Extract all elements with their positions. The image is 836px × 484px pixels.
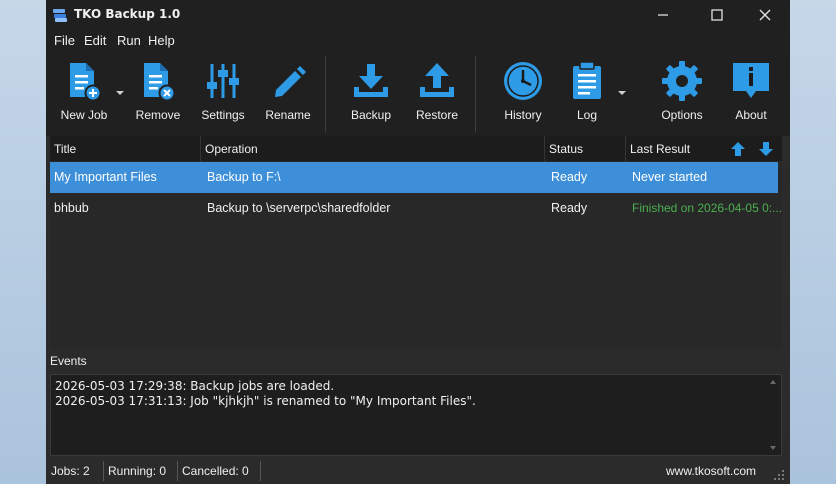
column-last-result[interactable]: Last Result bbox=[630, 142, 690, 156]
events-log[interactable]: 2026-05-03 17:29:38: Backup jobs are loa… bbox=[50, 374, 782, 456]
cell-last-result: Never started bbox=[632, 170, 708, 184]
toolbar-separator bbox=[475, 56, 476, 132]
status-divider bbox=[260, 461, 261, 481]
jobs-count: Jobs: 2 bbox=[51, 464, 90, 478]
column-divider bbox=[544, 136, 545, 161]
backup-button[interactable]: Backup bbox=[346, 60, 396, 132]
cell-last-result: Finished on 2026-04-05 0:... bbox=[632, 201, 783, 215]
close-button[interactable] bbox=[742, 0, 788, 30]
close-icon bbox=[759, 9, 771, 21]
new-job-label: New Job bbox=[60, 108, 108, 122]
new-job-icon bbox=[70, 63, 102, 102]
remove-icon bbox=[144, 63, 176, 102]
log-dropdown-icon[interactable] bbox=[618, 90, 626, 96]
about-label: About bbox=[735, 108, 767, 122]
menu-help[interactable]: Help bbox=[148, 33, 175, 48]
job-list-header: Title Operation Status Last Result bbox=[50, 136, 782, 161]
log-button[interactable]: Log bbox=[564, 60, 610, 132]
events-scrollbar[interactable] bbox=[765, 375, 781, 455]
settings-button[interactable]: Settings bbox=[198, 60, 248, 132]
table-row[interactable]: bhbub Backup to \serverpc\sharedfolder R… bbox=[50, 193, 782, 224]
pencil-icon bbox=[275, 66, 306, 97]
options-label: Options bbox=[661, 108, 703, 122]
app-logo-icon bbox=[53, 9, 67, 22]
app-window: TKO Backup 1.0 File Edit Run Help New Jo… bbox=[46, 0, 790, 484]
event-line: 2026-05-03 17:31:13: Job "kjhkjh" is ren… bbox=[55, 394, 476, 408]
cell-title: My Important Files bbox=[54, 170, 157, 184]
rename-button[interactable]: Rename bbox=[262, 60, 314, 132]
event-line: 2026-05-03 17:29:38: Backup jobs are loa… bbox=[55, 379, 335, 393]
settings-label: Settings bbox=[201, 108, 245, 122]
cell-operation: Backup to F:\ bbox=[207, 170, 281, 184]
column-title[interactable]: Title bbox=[54, 142, 76, 156]
maximize-icon bbox=[711, 9, 723, 21]
log-label: Log bbox=[576, 108, 598, 122]
cell-status: Ready bbox=[551, 170, 588, 184]
cell-status: Ready bbox=[551, 201, 588, 215]
history-button[interactable]: History bbox=[498, 60, 548, 132]
options-button[interactable]: Options bbox=[657, 60, 707, 132]
minimize-icon bbox=[658, 14, 668, 16]
status-divider bbox=[177, 461, 178, 481]
column-status[interactable]: Status bbox=[549, 142, 583, 156]
remove-button[interactable]: Remove bbox=[132, 60, 184, 132]
move-up-icon[interactable] bbox=[730, 141, 746, 157]
menu-run[interactable]: Run bbox=[117, 33, 141, 48]
history-label: History bbox=[504, 108, 542, 122]
restore-button[interactable]: Restore bbox=[412, 60, 462, 132]
menu-bar: File Edit Run Help bbox=[46, 30, 790, 52]
events-label: Events bbox=[50, 354, 87, 368]
toolbar: New Job Remove Settings Rename Backup Re… bbox=[46, 52, 790, 136]
website-link[interactable]: www.tkosoft.com bbox=[666, 464, 756, 478]
download-icon bbox=[354, 64, 388, 97]
menu-edit[interactable]: Edit bbox=[84, 33, 106, 48]
cell-operation: Backup to \serverpc\sharedfolder bbox=[207, 201, 391, 215]
column-divider bbox=[200, 136, 201, 161]
title-bar: TKO Backup 1.0 bbox=[46, 0, 790, 30]
clock-icon bbox=[504, 62, 542, 100]
cell-title: bhbub bbox=[54, 201, 89, 215]
resize-grip-icon[interactable] bbox=[774, 470, 784, 480]
remove-label: Remove bbox=[135, 108, 181, 122]
clipboard-icon bbox=[573, 61, 601, 99]
menu-file[interactable]: File bbox=[54, 33, 75, 48]
move-down-icon[interactable] bbox=[758, 141, 774, 157]
job-list: Title Operation Status Last Result My Im… bbox=[50, 136, 782, 348]
cancelled-count: Cancelled: 0 bbox=[182, 464, 249, 478]
minimize-button[interactable] bbox=[640, 0, 686, 30]
rename-label: Rename bbox=[265, 108, 311, 122]
running-count: Running: 0 bbox=[108, 464, 167, 478]
sliders-icon bbox=[207, 64, 239, 98]
maximize-button[interactable] bbox=[694, 0, 740, 30]
backup-label: Backup bbox=[350, 108, 392, 122]
new-job-button[interactable]: New Job bbox=[58, 60, 110, 132]
status-bar: Jobs: 2 Running: 0 Cancelled: 0 www.tkos… bbox=[46, 458, 790, 484]
window-title: TKO Backup 1.0 bbox=[74, 7, 181, 21]
info-icon bbox=[733, 63, 769, 98]
gear-icon bbox=[662, 61, 702, 101]
toolbar-separator bbox=[325, 56, 326, 132]
status-divider bbox=[103, 461, 104, 481]
column-operation[interactable]: Operation bbox=[205, 142, 258, 156]
table-row[interactable]: My Important Files Backup to F:\ Ready N… bbox=[50, 162, 778, 193]
restore-label: Restore bbox=[415, 108, 459, 122]
new-job-dropdown-icon[interactable] bbox=[116, 90, 124, 96]
upload-icon bbox=[420, 63, 454, 97]
column-divider bbox=[625, 136, 626, 161]
about-button[interactable]: About bbox=[726, 60, 776, 132]
